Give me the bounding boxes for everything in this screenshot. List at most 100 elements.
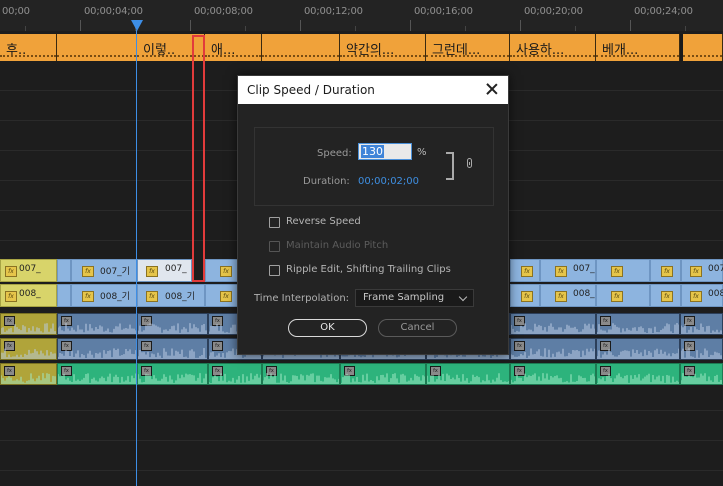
- track-separator: [0, 470, 723, 471]
- waveform-path: [1, 348, 56, 359]
- ruler-tick: [520, 20, 521, 31]
- fx-badge-icon: fx: [690, 291, 702, 302]
- close-icon[interactable]: [484, 81, 500, 97]
- audio-clip[interactable]: fx: [57, 313, 137, 335]
- fx-badge-icon: fx: [690, 266, 702, 277]
- video-clip[interactable]: fx 008_기: [137, 284, 205, 307]
- ruler-tick: [465, 26, 466, 31]
- cancel-button[interactable]: Cancel: [378, 319, 457, 337]
- audio-clip[interactable]: fx: [680, 363, 723, 385]
- fx-badge-icon: fx: [661, 266, 673, 277]
- caption-clip[interactable]: [57, 34, 137, 61]
- waveform-path: [341, 373, 425, 384]
- audio-clip[interactable]: fx: [137, 338, 208, 360]
- audio-clip[interactable]: fx: [0, 338, 57, 360]
- caption-clip[interactable]: 그런데...: [426, 34, 510, 61]
- link-icon[interactable]: [467, 158, 472, 168]
- waveform-path: [138, 348, 207, 359]
- timeline-ruler[interactable]: 00;00 00;00;04;00 00;00;08;00 00;00;12;0…: [0, 0, 723, 31]
- waveform-path: [681, 373, 722, 384]
- caption-clip[interactable]: [262, 34, 340, 61]
- speed-unit: %: [417, 147, 427, 158]
- waveform: [427, 373, 509, 384]
- audio-clip[interactable]: fx: [680, 338, 723, 360]
- video-clip[interactable]: fx: [205, 259, 240, 282]
- audio-clip[interactable]: fx: [137, 363, 208, 385]
- fx-badge-icon: fx: [555, 291, 567, 302]
- waveform: [681, 323, 722, 334]
- audio-clip[interactable]: fx: [137, 313, 208, 335]
- audio-clip[interactable]: fx: [426, 363, 510, 385]
- playhead-handle[interactable]: [131, 20, 143, 31]
- audio-clip[interactable]: fx: [596, 363, 680, 385]
- audio-clip[interactable]: fx: [262, 363, 340, 385]
- waveform: [341, 373, 425, 384]
- timecode-label: 00;00;20;00: [524, 6, 583, 17]
- waveform: [511, 373, 595, 384]
- caption-clip[interactable]: 후..: [0, 34, 57, 61]
- waveform-path: [597, 348, 679, 359]
- video-clip[interactable]: fx: [205, 284, 240, 307]
- video-clip[interactable]: fx 008_: [0, 284, 57, 307]
- waveform-path: [58, 348, 136, 359]
- speed-input[interactable]: 130: [358, 143, 412, 160]
- audio-clip[interactable]: fx: [510, 338, 596, 360]
- audio-clip[interactable]: fx: [596, 338, 680, 360]
- audio-clip[interactable]: fx: [510, 313, 596, 335]
- selected-interpolation: Frame Sampling: [363, 292, 445, 303]
- ok-button[interactable]: OK: [288, 319, 367, 337]
- video-clip[interactable]: fx: [650, 259, 681, 282]
- video-clip[interactable]: [57, 259, 71, 282]
- chevron-down-icon: [458, 292, 468, 302]
- video-clip[interactable]: fx: [650, 284, 681, 307]
- waveform-path: [427, 373, 509, 384]
- caption-clip[interactable]: 사용하...: [510, 34, 596, 61]
- playhead-line: [136, 30, 137, 486]
- caption-clip[interactable]: 애...: [205, 34, 262, 61]
- dialog-title: Clip Speed / Duration: [247, 83, 375, 97]
- audio-clip[interactable]: fx: [0, 313, 57, 335]
- option-label: Maintain Audio Pitch: [286, 240, 389, 251]
- caption-clip[interactable]: [680, 34, 723, 61]
- video-clip[interactable]: fx 007_: [540, 259, 596, 282]
- audio-clip[interactable]: fx: [510, 363, 596, 385]
- video-clip[interactable]: fx: [510, 284, 540, 307]
- track-separator: [0, 410, 723, 411]
- reverse-speed-checkbox[interactable]: [269, 217, 280, 228]
- video-clip[interactable]: fx: [596, 259, 650, 282]
- clip-label: 008_: [19, 289, 41, 299]
- video-clip[interactable]: fx: [596, 284, 650, 307]
- video-clip[interactable]: fx 008_: [540, 284, 596, 307]
- audio-clip[interactable]: fx: [0, 363, 57, 385]
- caption-clip[interactable]: 베개...: [596, 34, 680, 61]
- video-clip[interactable]: [57, 284, 71, 307]
- dialog-titlebar[interactable]: Clip Speed / Duration: [238, 76, 508, 104]
- video-clip[interactable]: fx 007_: [0, 259, 57, 282]
- speed-value: 130: [361, 145, 384, 158]
- maintain-audio-pitch-checkbox: [269, 241, 280, 252]
- caption-track: 후.. 이렇.. 애... 약간의... 그런데... 사용하... 베개...: [0, 34, 723, 61]
- video-clip[interactable]: fx: [510, 259, 540, 282]
- fx-badge-icon: fx: [220, 291, 232, 302]
- video-clip[interactable]: fx 008_: [681, 284, 723, 307]
- audio-clip[interactable]: fx: [680, 313, 723, 335]
- video-clip-selected[interactable]: fx 007_: [137, 259, 192, 282]
- video-clip[interactable]: fx 007_: [681, 259, 723, 282]
- ripple-edit-checkbox[interactable]: [269, 265, 280, 276]
- highlight-rectangle: [192, 35, 205, 282]
- waveform: [1, 348, 56, 359]
- video-clip[interactable]: fx 007_기: [71, 259, 137, 282]
- audio-clip[interactable]: fx: [57, 338, 137, 360]
- caption-clip[interactable]: 약간의...: [340, 34, 426, 61]
- ruler-tick: [80, 20, 81, 31]
- timecode-label: 00;00;04;00: [84, 6, 143, 17]
- waveform-path: [597, 373, 679, 384]
- time-interpolation-select[interactable]: Frame Sampling: [355, 289, 474, 307]
- video-clip[interactable]: fx 008_기: [71, 284, 137, 307]
- audio-clip[interactable]: fx: [57, 363, 137, 385]
- audio-clip[interactable]: fx: [340, 363, 426, 385]
- audio-clip[interactable]: fx: [596, 313, 680, 335]
- audio-clip[interactable]: fx: [208, 363, 262, 385]
- duration-value[interactable]: 00;00;02;00: [358, 176, 419, 187]
- waveform-path: [597, 323, 679, 334]
